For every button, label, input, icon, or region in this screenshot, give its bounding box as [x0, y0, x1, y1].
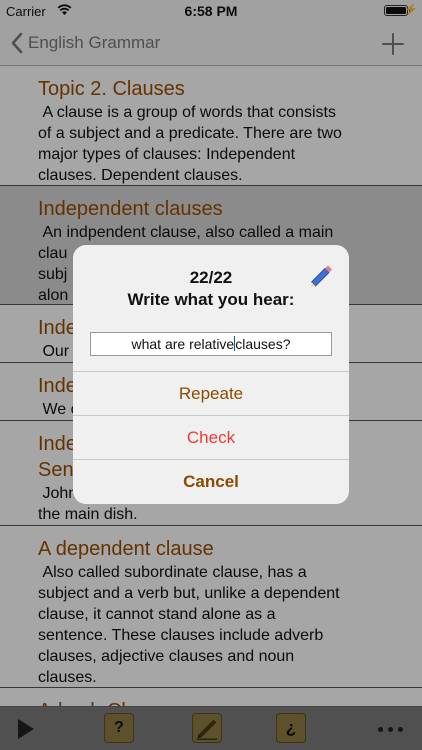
answer-input[interactable]: what are relativeclauses? — [90, 332, 332, 356]
dictation-alert: 22/22 Write what you hear: what are rela… — [73, 245, 349, 504]
pencil-icon[interactable] — [305, 259, 335, 289]
answer-text-after-cursor: clauses? — [235, 336, 291, 352]
cancel-button[interactable]: Cancel — [73, 459, 349, 503]
answer-text-before-cursor: what are relative — [131, 336, 235, 352]
repeat-button[interactable]: Repeate — [73, 371, 349, 415]
alert-message: Write what you hear: — [127, 290, 295, 309]
check-button[interactable]: Check — [73, 415, 349, 459]
